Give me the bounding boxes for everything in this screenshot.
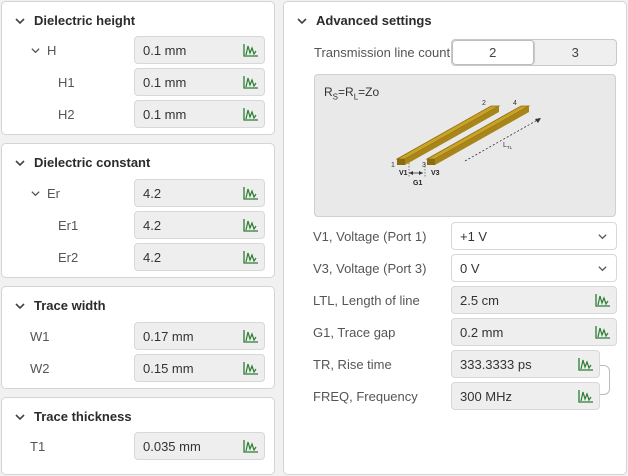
row-label-t1: T1 [30, 439, 46, 454]
trace-thickness-panel: Trace thickness T1 0.035 mm [1, 397, 275, 475]
v3-label: V3 [431, 170, 440, 177]
dielectric-height-header[interactable]: Dielectric height [14, 13, 135, 28]
v1-voltage-label: V1, Voltage (Port 1) [313, 229, 427, 244]
ltl-label: LTL [503, 142, 513, 150]
dielectric-constant-panel: Dielectric constant Er 4.2 Er1 4.2 Er2 4… [1, 143, 275, 278]
v1-label: V1 [399, 170, 408, 177]
chevron-down-icon [588, 263, 616, 274]
waveform-icon[interactable] [573, 351, 599, 377]
waveform-icon[interactable] [238, 69, 264, 95]
trace-width-panel: Trace width W1 0.17 mm W2 0.15 mm [1, 286, 275, 389]
waveform-icon[interactable] [238, 180, 264, 206]
h-input[interactable]: 0.1 mm [134, 36, 265, 64]
link-bracket[interactable] [600, 365, 610, 395]
tl-count-toggle[interactable]: 2 3 [451, 39, 617, 66]
node-2-label: 2 [482, 100, 486, 107]
waveform-icon[interactable] [238, 355, 264, 381]
tr-input[interactable]: 333.3333 ps [451, 350, 600, 378]
node-1-label: 1 [391, 162, 395, 169]
transmission-line-diagram: RS=RL=Zo 1 2 3 4 V1 V3 G1 LTL [314, 74, 616, 217]
row-label-w2: W2 [30, 361, 50, 376]
er1-input[interactable]: 4.2 [134, 211, 265, 239]
t1-input[interactable]: 0.035 mm [134, 432, 265, 460]
chevron-down-icon [31, 191, 40, 197]
w2-input[interactable]: 0.15 mm [134, 354, 265, 382]
g1-label: G1, Trace gap [313, 325, 396, 340]
section-title: Trace width [34, 298, 106, 313]
dielectric-constant-header[interactable]: Dielectric constant [14, 155, 150, 170]
er2-input[interactable]: 4.2 [134, 243, 265, 271]
h1-input[interactable]: 0.1 mm [134, 68, 265, 96]
trace-thickness-header[interactable]: Trace thickness [14, 409, 132, 424]
trace-2-side [427, 159, 435, 165]
trace-1-side [397, 159, 405, 165]
waveform-icon[interactable] [590, 319, 616, 345]
row-label-h[interactable]: H [30, 43, 56, 58]
advanced-settings-panel: Advanced settings Transmission line coun… [283, 1, 627, 475]
tr-label: TR, Rise time [313, 357, 392, 372]
waveform-icon[interactable] [573, 383, 599, 409]
freq-label: FREQ, Frequency [313, 389, 418, 404]
g1-input[interactable]: 0.2 mm [451, 318, 617, 346]
section-title: Dielectric height [34, 13, 136, 28]
waveform-icon[interactable] [238, 323, 264, 349]
chevron-down-icon [297, 17, 307, 24]
waveform-icon[interactable] [238, 101, 264, 127]
tl-count-option-2[interactable]: 2 [452, 40, 535, 65]
h2-input[interactable]: 0.1 mm [134, 100, 265, 128]
w1-input[interactable]: 0.17 mm [134, 322, 265, 350]
coupled-traces-illustration: 1 2 3 4 V1 V3 G1 LTL [391, 100, 542, 187]
waveform-icon[interactable] [238, 212, 264, 238]
v3-voltage-dropdown[interactable]: 0 V [451, 254, 617, 282]
node-3-label: 3 [422, 162, 426, 169]
row-label-h1: H1 [58, 75, 75, 90]
row-label-er2: Er2 [58, 250, 79, 265]
waveform-icon[interactable] [238, 433, 264, 459]
chevron-down-icon [15, 17, 25, 24]
chevron-down-icon [31, 48, 40, 54]
advanced-settings-header[interactable]: Advanced settings [296, 13, 432, 28]
gap-arrow-right [419, 171, 423, 175]
row-label-er[interactable]: Er [30, 186, 60, 201]
er-input[interactable]: 4.2 [134, 179, 265, 207]
chevron-down-icon [15, 413, 25, 420]
v1-voltage-dropdown[interactable]: +1 V [451, 222, 617, 250]
section-title: Advanced settings [316, 13, 432, 28]
section-title: Dielectric constant [34, 155, 151, 170]
chevron-down-icon [588, 231, 616, 242]
node-4-label: 4 [513, 100, 517, 107]
trace-width-header[interactable]: Trace width [14, 298, 106, 313]
tl-count-option-3[interactable]: 3 [535, 40, 617, 65]
ltl-input[interactable]: 2.5 cm [451, 286, 617, 314]
g1-label: G1 [413, 180, 422, 187]
section-title: Trace thickness [34, 409, 132, 424]
waveform-icon[interactable] [590, 287, 616, 313]
dielectric-height-panel: Dielectric height H 0.1 mm H1 0.1 mm H2 … [1, 1, 275, 135]
tl-count-label: Transmission line count [314, 45, 451, 60]
freq-input[interactable]: 300 MHz [451, 382, 600, 410]
row-label-w1: W1 [30, 329, 50, 344]
chevron-down-icon [15, 302, 25, 309]
ltl-label: LTL, Length of line [313, 293, 420, 308]
waveform-icon[interactable] [238, 244, 264, 270]
chevron-down-icon [15, 159, 25, 166]
v3-voltage-label: V3, Voltage (Port 3) [313, 261, 427, 276]
row-label-h2: H2 [58, 107, 75, 122]
gap-arrow-left [409, 171, 413, 175]
row-label-er1: Er1 [58, 218, 79, 233]
waveform-icon[interactable] [238, 37, 264, 63]
